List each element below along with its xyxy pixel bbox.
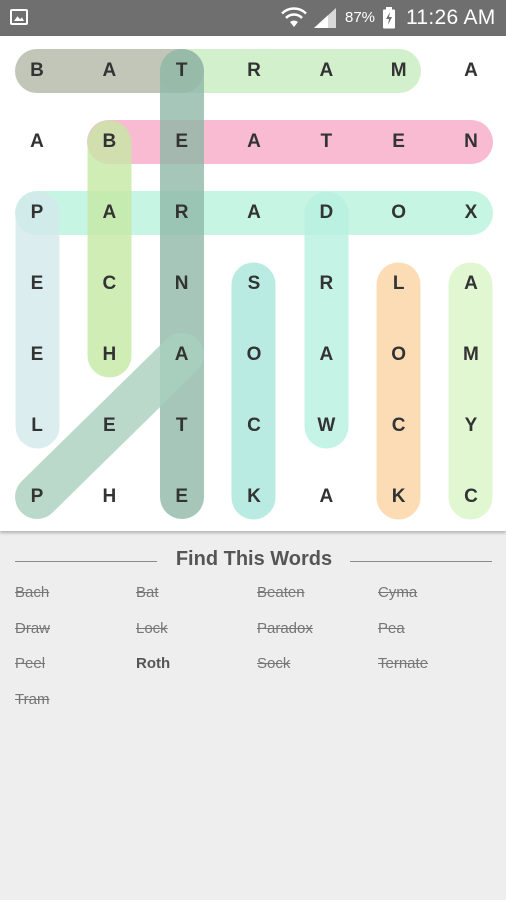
grid-cell[interactable]: A (435, 35, 506, 107)
grid-cell[interactable]: O (363, 319, 435, 391)
grid-cell[interactable]: W (290, 390, 362, 462)
grid-cell[interactable]: O (218, 319, 290, 391)
grid-cell[interactable]: L (363, 248, 435, 320)
grid-cell[interactable]: R (290, 248, 362, 320)
grid-cell[interactable]: K (363, 461, 435, 533)
grid-cell[interactable]: S (218, 248, 290, 320)
grid-cell[interactable]: A (290, 461, 362, 533)
grid-cell[interactable]: C (435, 461, 506, 533)
word-item-peel: Peel (15, 655, 46, 672)
grid-cell[interactable]: H (73, 319, 145, 391)
word-item-sock: Sock (257, 655, 291, 672)
word-list-title: Find This Words (175, 548, 333, 570)
grid-cell[interactable]: O (363, 177, 435, 249)
grid-cell[interactable]: L (1, 390, 73, 462)
word-item-pea: Pea (378, 619, 405, 637)
grid-cell[interactable]: Y (435, 390, 506, 462)
grid-cell[interactable]: N (146, 248, 218, 320)
word-item-roth: Roth (136, 655, 171, 672)
grid-cell[interactable]: B (1, 35, 73, 107)
status-bar: 87% 11:26 AM (0, 0, 506, 36)
wifi-icon (281, 7, 307, 27)
word-item-bach: Bach (15, 584, 50, 601)
word-item-lock: Lock (136, 619, 168, 637)
grid-cell[interactable]: C (73, 248, 145, 320)
divider (15, 561, 157, 562)
grid-cell[interactable]: E (363, 106, 435, 178)
grid-cell[interactable]: E (73, 390, 145, 462)
grid-cell[interactable]: E (1, 319, 73, 391)
grid-cell[interactable]: A (435, 248, 506, 320)
grid-cell[interactable]: C (218, 390, 290, 462)
grid-cell[interactable]: A (218, 177, 290, 249)
word-list-header: Find This Words (0, 548, 506, 572)
grid-cell[interactable]: E (1, 248, 73, 320)
grid-cell[interactable]: K (218, 461, 290, 533)
grid-cell[interactable]: X (435, 177, 506, 249)
grid-cell[interactable]: M (435, 319, 506, 391)
grid-cell[interactable]: A (290, 319, 362, 391)
grid-cell[interactable]: A (290, 35, 362, 107)
grid-cell[interactable]: T (290, 106, 362, 178)
grid-cell[interactable]: C (363, 390, 435, 462)
word-item-beaten: Beaten (257, 584, 305, 601)
grid-cell[interactable]: T (146, 390, 218, 462)
divider (350, 561, 492, 562)
grid-cell[interactable]: B (73, 106, 145, 178)
word-item-ternate: Ternate (378, 655, 429, 672)
grid-cell[interactable]: A (146, 319, 218, 391)
battery-charging-icon (383, 7, 395, 29)
signal-icon (314, 8, 336, 28)
grid-cell[interactable]: A (218, 106, 290, 178)
grid-cell[interactable]: R (146, 177, 218, 249)
grid-cell[interactable]: T (146, 35, 218, 107)
word-item-cyma: Cyma (378, 584, 418, 601)
grid-cell[interactable]: E (146, 461, 218, 533)
grid-cell[interactable]: H (73, 461, 145, 533)
clock: 11:26 AM (406, 6, 496, 29)
word-item-bat: Bat (136, 584, 159, 601)
word-item-tram: Tram (15, 690, 50, 708)
battery-percent: 87% (345, 9, 376, 26)
grid-cell[interactable]: E (146, 106, 218, 178)
grid-cell[interactable]: D (290, 177, 362, 249)
grid-cell[interactable]: P (1, 177, 73, 249)
grid-cell[interactable]: A (73, 35, 145, 107)
grid-cell[interactable]: N (435, 106, 506, 178)
word-search-board[interactable]: BATRAMAABEATENPARADOXECNSRLAEHAOAOMLETCW… (0, 36, 506, 531)
grid-cell[interactable]: A (1, 106, 73, 178)
grid-cell[interactable]: M (363, 35, 435, 107)
word-item-paradox: Paradox (257, 619, 313, 637)
grid-cell[interactable]: P (1, 461, 73, 533)
word-item-draw: Draw (15, 619, 51, 637)
grid-cell[interactable]: A (73, 177, 145, 249)
grid-cell[interactable]: R (218, 35, 290, 107)
gallery-icon (10, 9, 28, 25)
